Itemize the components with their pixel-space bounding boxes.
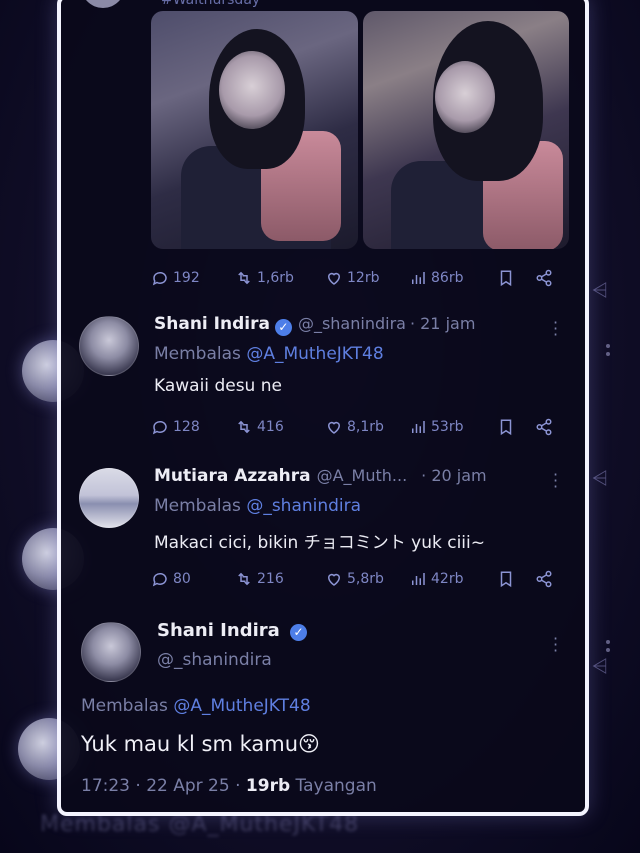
repost-icon [235, 418, 253, 436]
repost-button[interactable]: 216 [235, 570, 284, 588]
views-button[interactable]: 42rb [409, 570, 463, 588]
replying-to: Membalas @A_MutheJKT48 [154, 344, 384, 364]
post-meta: 17:23 · 22 Apr 25 · 19rb Tayangan [81, 776, 377, 796]
bookmark-icon [497, 570, 515, 588]
bookmark-button[interactable] [497, 570, 515, 588]
verified-icon: ✓ [290, 624, 307, 641]
author-handle[interactable]: @_shanindira [298, 314, 406, 333]
bookmark-icon [497, 418, 515, 436]
like-button[interactable]: 12rb [325, 269, 379, 287]
author-row: Shani Indira ✓ @_shanindira · 21 jam [154, 314, 475, 336]
author-name[interactable]: Mutiara Azzahra [154, 466, 311, 486]
verified-icon: ✓ [274, 319, 292, 336]
mention-link[interactable]: @_shanindira [246, 496, 361, 516]
more-icon[interactable]: · · · [553, 631, 558, 659]
background-share-icon: ⩤ [592, 654, 608, 678]
share-button[interactable] [535, 418, 553, 436]
more-icon[interactable]: · · · [553, 315, 558, 343]
avatar[interactable] [79, 468, 139, 528]
background-dot [606, 648, 610, 652]
views-icon [409, 418, 427, 436]
views-label: Tayangan [295, 776, 377, 796]
reply-icon [151, 418, 169, 436]
author-handle[interactable]: @A_Muth... [317, 466, 408, 485]
views-button[interactable]: 53rb [409, 418, 463, 436]
views-icon [409, 570, 427, 588]
mention-link[interactable]: @A_MutheJKT48 [246, 344, 383, 364]
like-icon [325, 570, 343, 588]
repost-button[interactable]: 1,6rb [235, 269, 294, 287]
bookmark-button[interactable] [497, 418, 515, 436]
author-name[interactable]: Shani Indira [157, 620, 280, 641]
avatar[interactable] [81, 622, 141, 682]
like-icon [325, 269, 343, 287]
more-icon[interactable]: · · · [553, 467, 558, 495]
reply-button[interactable]: 128 [151, 418, 200, 436]
share-button[interactable] [535, 269, 553, 287]
post-timestamp[interactable]: 17:23 · 22 Apr 25 · [81, 776, 241, 796]
like-button[interactable]: 5,8rb [325, 570, 384, 588]
photo-2[interactable] [362, 11, 569, 249]
author-name[interactable]: Shani Indira [154, 314, 270, 334]
repost-icon [235, 269, 253, 287]
post-time: · 21 jam [409, 314, 476, 333]
reply-text: Kawaii desu ne [154, 376, 282, 396]
bookmark-button[interactable] [497, 269, 515, 287]
background-dot [606, 640, 610, 644]
tweet-thread-panel: #Waithursday 192 1,6rb 12rb 86rb Shani I… [57, 0, 589, 816]
share-icon [535, 269, 553, 287]
replying-to: Membalas @_shanindira [154, 496, 362, 516]
repost-button[interactable]: 416 [235, 418, 284, 436]
author-handle[interactable]: @_shanindira [157, 650, 272, 670]
reply-icon [151, 570, 169, 588]
reply-button[interactable]: 80 [151, 570, 191, 588]
photo-1[interactable] [151, 11, 358, 249]
hashtag-text[interactable]: #Waithursday [161, 0, 260, 8]
reply-icon [151, 269, 169, 287]
reply-text: Makaci cici, bikin チョコミント yuk ciii~ [154, 533, 485, 553]
post-time: · 20 jam [421, 466, 487, 485]
share-button[interactable] [535, 570, 553, 588]
replying-to: Membalas @A_MutheJKT48 [81, 696, 311, 716]
author-row: Mutiara Azzahra @A_Muth... · 20 jam [154, 466, 487, 486]
background-dot [606, 352, 610, 356]
media-grid [151, 11, 569, 249]
repost-icon [235, 570, 253, 588]
avatar[interactable] [81, 0, 125, 8]
views-button[interactable]: 86rb [409, 269, 463, 287]
background-share-icon: ⩤ [592, 278, 608, 302]
mention-link[interactable]: @A_MutheJKT48 [173, 696, 310, 716]
bookmark-icon [497, 269, 515, 287]
background-dot [606, 344, 610, 348]
share-icon [535, 570, 553, 588]
reply-button[interactable]: 192 [151, 269, 200, 287]
background-share-icon: ⩤ [592, 466, 608, 490]
like-button[interactable]: 8,1rb [325, 418, 384, 436]
like-icon [325, 418, 343, 436]
post-text: Yuk mau kl sm kamu😚 [81, 732, 320, 756]
avatar[interactable] [79, 316, 139, 376]
views-count: 19rb [245, 776, 291, 796]
share-icon [535, 418, 553, 436]
views-icon [409, 269, 427, 287]
